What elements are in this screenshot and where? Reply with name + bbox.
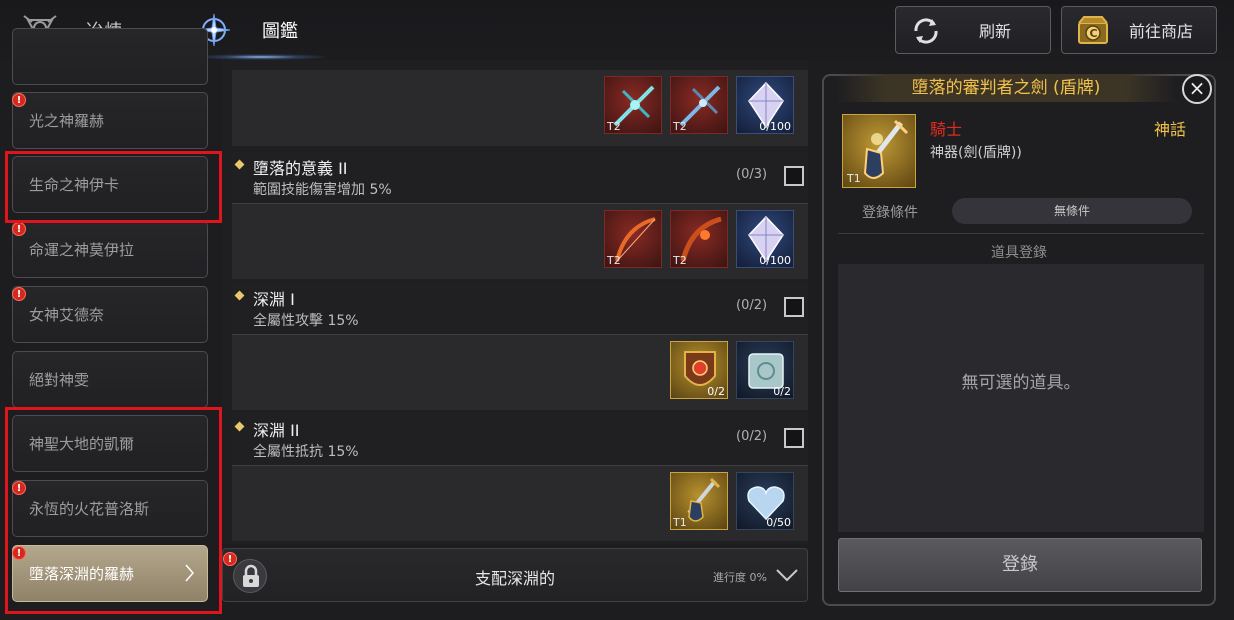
diamond-bullet-icon — [234, 421, 245, 432]
alert-badge-icon: ! — [223, 552, 237, 566]
god-list-item-absolute-wen[interactable]: 絕對神雯 — [12, 351, 208, 408]
diamond-bullet-icon — [234, 290, 245, 301]
register-condition-label: 登錄條件 — [862, 205, 918, 221]
god-item-label: 女神艾德奈 — [29, 306, 105, 324]
item-slot[interactable]: 0/2 — [670, 341, 728, 399]
close-icon[interactable]: × — [1182, 74, 1212, 104]
effect-checkbox[interactable] — [784, 428, 804, 448]
collection-effect-row: 深淵 I 全屬性攻擊 15% (0/2) — [232, 283, 808, 335]
god-list-item-goddess-edne[interactable]: 女神艾德奈 — [12, 286, 208, 343]
item-slot[interactable]: T1 — [670, 472, 728, 530]
item-class: 騎士 — [930, 120, 963, 139]
item-register-section-label: 道具登錄 — [991, 245, 1047, 261]
god-item-label: 光之神羅赫 — [29, 112, 105, 130]
collection-progress: 進行度 0% — [713, 571, 767, 584]
item-slot[interactable]: T2 — [670, 210, 728, 268]
effect-progress-count: (0/3) — [736, 167, 768, 182]
item-tier: T1 — [847, 172, 861, 185]
god-item-label: 絕對神雯 — [29, 371, 90, 389]
collection-effects-panel: T2 T2 0/100 墮落的意義 II 範圍技能傷害增加 5% (0/3) T… — [222, 60, 808, 544]
god-list-item-partial[interactable] — [12, 28, 208, 85]
god-list-item-light-roch[interactable]: 光之神羅赫 — [12, 92, 208, 149]
effect-checkbox[interactable] — [784, 166, 804, 186]
item-type: 神器(劍(盾牌)) — [930, 145, 1022, 161]
item-slot[interactable]: 0/50 — [736, 472, 794, 530]
item-quantity: 0/100 — [759, 254, 791, 267]
collection-item-strip: T2 T2 0/100 — [232, 70, 808, 146]
alert-badge-icon: ! — [12, 222, 26, 236]
god-list: 光之神羅赫 ! 生命之神伊卡 命運之神莫伊拉 ! 女神艾德奈 ! 絕對神雯 神聖… — [0, 28, 222, 620]
item-quantity: 0/100 — [759, 120, 791, 133]
item-tier: T1 — [673, 516, 687, 529]
item-quantity: 0/2 — [773, 385, 791, 398]
svg-text:C: C — [1090, 27, 1098, 40]
refresh-button[interactable]: 刷新 — [895, 6, 1051, 54]
highlight-box — [5, 407, 222, 614]
item-quantity: 0/2 — [707, 385, 725, 398]
effect-name: 深淵 I — [253, 290, 295, 309]
tab-codex[interactable]: 圖鑑 — [196, 0, 298, 60]
effect-checkbox[interactable] — [784, 297, 804, 317]
register-condition-value: 無條件 — [952, 198, 1192, 224]
item-slot[interactable]: T2 — [604, 76, 662, 134]
item-title: 墮落的審判者之劍 (盾牌) — [836, 74, 1176, 102]
highlight-box — [5, 151, 222, 223]
effect-name: 墮落的意義 II — [253, 159, 348, 178]
item-slot[interactable]: T2 — [604, 210, 662, 268]
collection-effect-row: 深淵 II 全屬性抵抗 15% (0/2) — [232, 414, 808, 466]
register-button[interactable]: 登錄 — [838, 538, 1202, 592]
collection-footer-bar[interactable]: 支配深淵的 進行度 0% — [222, 548, 808, 602]
item-slot[interactable]: T2 — [670, 76, 728, 134]
god-item-label: 命運之神莫伊拉 — [29, 241, 135, 259]
effect-description: 全屬性攻擊 15% — [253, 313, 359, 329]
effect-progress-count: (0/2) — [736, 429, 768, 444]
item-slot[interactable]: 0/100 — [736, 76, 794, 134]
item-slot[interactable]: 0/100 — [736, 210, 794, 268]
collection-item-strip: T1 0/50 — [232, 465, 808, 541]
effect-description: 範圍技能傷害增加 5% — [253, 182, 392, 198]
empty-items-message: 無可選的道具。 — [961, 373, 1081, 393]
effect-description: 全屬性抵抗 15% — [253, 444, 359, 460]
item-detail-panel: 墮落的審判者之劍 (盾牌) × T1 騎士 神話 神器(劍(盾牌)) 登錄條件 … — [822, 74, 1216, 606]
item-tier: T2 — [607, 120, 621, 133]
go-to-shop-button[interactable]: C 前往商店 — [1061, 6, 1217, 54]
item-tier: T2 — [673, 254, 687, 267]
item-quantity: 0/50 — [766, 516, 791, 529]
refresh-label: 刷新 — [978, 22, 1011, 41]
alert-badge-icon: ! — [12, 93, 26, 107]
item-slot[interactable]: 0/2 — [736, 341, 794, 399]
alert-badge-icon: ! — [12, 287, 26, 301]
collection-item-strip: T2 T2 0/100 — [232, 203, 808, 279]
god-list-item-fate-moira[interactable]: 命運之神莫伊拉 — [12, 221, 208, 278]
diamond-bullet-icon — [234, 159, 245, 170]
divider — [838, 233, 1204, 234]
tab-codex-label: 圖鑑 — [262, 21, 298, 42]
item-tier: T2 — [673, 120, 687, 133]
selectable-items-area: 無可選的道具。 — [838, 264, 1204, 532]
item-tier: T2 — [607, 254, 621, 267]
item-rarity: 神話 — [1154, 120, 1187, 139]
effect-progress-count: (0/2) — [736, 298, 768, 313]
refresh-icon — [914, 18, 938, 44]
collection-item-strip: 0/2 0/2 — [232, 334, 808, 410]
effect-name: 深淵 II — [253, 421, 300, 440]
collection-effect-row: 墮落的意義 II 範圍技能傷害增加 5% (0/3) — [232, 152, 808, 204]
shop-coin-icon: C — [1078, 16, 1108, 44]
item-portrait: T1 — [842, 114, 916, 188]
chevron-down-icon[interactable] — [775, 568, 799, 582]
go-to-shop-label: 前往商店 — [1128, 22, 1193, 41]
